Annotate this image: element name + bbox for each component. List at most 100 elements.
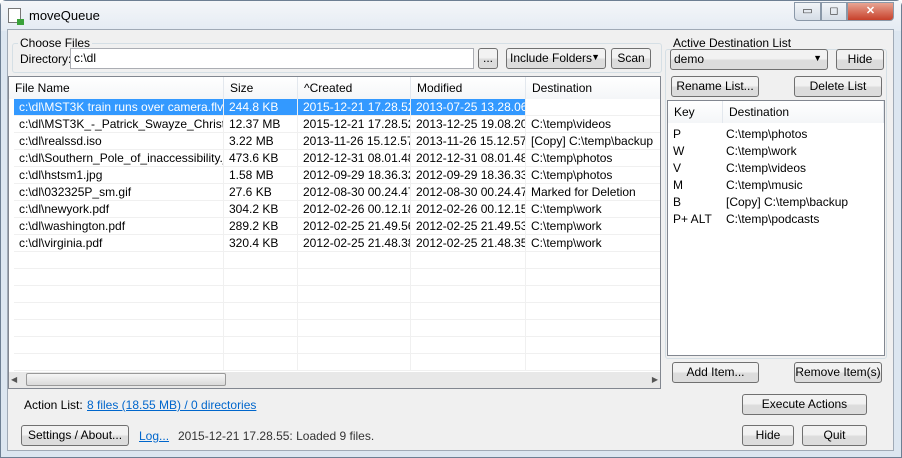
empty-cell[interactable] xyxy=(411,354,526,371)
destination-key[interactable]: P+ ALT xyxy=(668,211,723,228)
close-button[interactable]: ✕ xyxy=(847,2,894,21)
empty-cell[interactable] xyxy=(526,354,660,371)
action-list-link[interactable]: 8 files (18.55 MB) / 0 directories xyxy=(87,398,256,412)
table-cell[interactable]: 2012-02-25 21.49.53 xyxy=(411,218,526,235)
rename-list-button[interactable]: Rename List... xyxy=(671,76,759,97)
empty-cell[interactable] xyxy=(526,286,660,303)
table-cell[interactable]: Marked for Deletion xyxy=(526,184,660,201)
destination-key[interactable]: P xyxy=(668,126,723,143)
column-header[interactable]: Size xyxy=(224,77,298,99)
destination-path[interactable]: C:\temp\music xyxy=(721,177,884,194)
scan-button[interactable]: Scan xyxy=(611,48,651,69)
column-header[interactable]: Key xyxy=(668,101,723,123)
table-cell[interactable]: 3.22 MB xyxy=(224,133,298,150)
maximize-button[interactable]: ◻ xyxy=(821,2,847,21)
add-item-button[interactable]: Add Item... xyxy=(672,362,759,383)
table-cell[interactable]: c:\dl\MST3K train runs over camera.flv xyxy=(14,99,224,116)
table-cell[interactable]: 2012-02-25 21.48.38 xyxy=(298,235,411,252)
table-cell[interactable]: C:\temp\work xyxy=(526,201,660,218)
table-cell[interactable]: 244.8 KB xyxy=(224,99,298,116)
table-cell[interactable]: 2015-12-21 17.28.52 xyxy=(298,116,411,133)
execute-actions-button[interactable]: Execute Actions xyxy=(742,394,867,415)
table-cell[interactable]: c:\dl\washington.pdf xyxy=(14,218,224,235)
browse-button[interactable]: ... xyxy=(478,48,498,69)
destination-key[interactable]: V xyxy=(668,160,723,177)
scrollbar-thumb[interactable] xyxy=(26,373,226,386)
table-cell[interactable]: 27.6 KB xyxy=(224,184,298,201)
column-header[interactable]: File Name xyxy=(9,77,224,99)
column-header[interactable]: ^Created xyxy=(298,77,411,99)
table-cell[interactable] xyxy=(526,99,660,116)
empty-cell[interactable] xyxy=(298,269,411,286)
table-cell[interactable]: C:\temp\photos xyxy=(526,150,660,167)
table-cell[interactable]: 2013-11-26 15.12.57 xyxy=(411,133,526,150)
file-list[interactable]: File Name Size ^Created Modified Destination… xyxy=(8,76,661,389)
table-cell[interactable]: 2015-12-21 17.28.52 xyxy=(298,99,411,116)
table-cell[interactable]: [Copy] C:\temp\backup xyxy=(526,133,660,150)
empty-cell[interactable] xyxy=(14,354,224,371)
table-cell[interactable]: C:\temp\videos xyxy=(526,116,660,133)
empty-cell[interactable] xyxy=(298,320,411,337)
column-header[interactable]: Destination xyxy=(723,101,884,123)
empty-cell[interactable] xyxy=(298,286,411,303)
table-cell[interactable]: 2012-02-25 21.48.35 xyxy=(411,235,526,252)
table-cell[interactable]: C:\temp\photos xyxy=(526,167,660,184)
table-cell[interactable]: 12.37 MB xyxy=(224,116,298,133)
empty-cell[interactable] xyxy=(224,303,298,320)
empty-cell[interactable] xyxy=(411,320,526,337)
empty-cell[interactable] xyxy=(411,269,526,286)
empty-cell[interactable] xyxy=(411,303,526,320)
table-cell[interactable]: C:\temp\work xyxy=(526,235,660,252)
empty-cell[interactable] xyxy=(224,337,298,354)
destination-path[interactable]: [Copy] C:\temp\backup xyxy=(721,194,884,211)
table-cell[interactable]: c:\dl\032325P_sm.gif xyxy=(14,184,224,201)
table-cell[interactable]: 2012-09-29 18.36.32 xyxy=(298,167,411,184)
table-cell[interactable]: C:\temp\work xyxy=(526,218,660,235)
empty-cell[interactable] xyxy=(224,354,298,371)
table-cell[interactable]: 2012-08-30 00.24.47 xyxy=(411,184,526,201)
empty-cell[interactable] xyxy=(526,269,660,286)
column-header[interactable]: Destination xyxy=(526,77,660,99)
table-cell[interactable]: 2012-08-30 00.24.47 xyxy=(298,184,411,201)
table-cell[interactable]: 320.4 KB xyxy=(224,235,298,252)
empty-cell[interactable] xyxy=(224,252,298,269)
empty-cell[interactable] xyxy=(298,337,411,354)
destination-key[interactable]: M xyxy=(668,177,723,194)
empty-cell[interactable] xyxy=(411,252,526,269)
table-cell[interactable]: c:\dl\newyork.pdf xyxy=(14,201,224,218)
remove-items-button[interactable]: Remove Item(s) xyxy=(794,362,882,383)
empty-cell[interactable] xyxy=(14,303,224,320)
column-header[interactable]: Modified xyxy=(411,77,526,99)
table-cell[interactable]: 2013-11-26 15.12.57 xyxy=(298,133,411,150)
empty-cell[interactable] xyxy=(14,252,224,269)
hide-button[interactable]: Hide xyxy=(742,425,794,446)
table-cell[interactable]: 304.2 KB xyxy=(224,201,298,218)
empty-cell[interactable] xyxy=(224,320,298,337)
hide-list-button[interactable]: Hide xyxy=(836,49,884,70)
table-cell[interactable]: 2012-02-25 21.49.56 xyxy=(298,218,411,235)
empty-cell[interactable] xyxy=(411,337,526,354)
table-cell[interactable]: 2012-02-26 00.12.15 xyxy=(411,201,526,218)
table-cell[interactable]: c:\dl\realssd.iso xyxy=(14,133,224,150)
empty-cell[interactable] xyxy=(224,269,298,286)
quit-button[interactable]: Quit xyxy=(802,425,867,446)
empty-cell[interactable] xyxy=(14,337,224,354)
table-cell[interactable]: 2013-07-25 13.28.06 xyxy=(411,99,526,116)
empty-cell[interactable] xyxy=(526,337,660,354)
table-cell[interactable]: c:\dl\Southern_Pole_of_inaccessibility.j… xyxy=(14,150,224,167)
table-cell[interactable]: 1.58 MB xyxy=(224,167,298,184)
empty-cell[interactable] xyxy=(298,252,411,269)
log-link[interactable]: Log... xyxy=(139,429,169,443)
destination-path[interactable]: C:\temp\work xyxy=(721,143,884,160)
table-cell[interactable]: 2012-09-29 18.36.33 xyxy=(411,167,526,184)
destination-path[interactable]: C:\temp\podcasts xyxy=(721,211,884,228)
horizontal-scrollbar[interactable]: ◀ ▶ xyxy=(9,372,660,388)
table-cell[interactable]: 2012-02-26 00.12.18 xyxy=(298,201,411,218)
table-cell[interactable]: c:\dl\MST3K_-_Patrick_Swayze_Christm... xyxy=(14,116,224,133)
scroll-right-icon[interactable]: ▶ xyxy=(652,375,658,384)
table-cell[interactable]: 473.6 KB xyxy=(224,150,298,167)
table-cell[interactable]: c:\dl\virginia.pdf xyxy=(14,235,224,252)
minimize-button[interactable]: ▭ xyxy=(794,2,821,21)
destination-key[interactable]: B xyxy=(668,194,723,211)
destination-list-select[interactable]: demo ▼ xyxy=(670,49,828,70)
